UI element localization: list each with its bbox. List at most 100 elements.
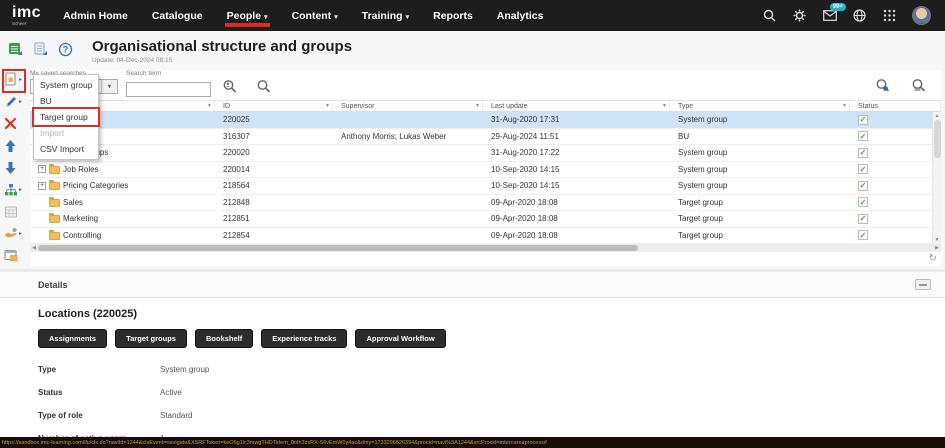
group-type: System group	[670, 178, 850, 194]
approval-workflow-button[interactable]: Approval Workflow	[355, 329, 445, 348]
group-supervisor	[333, 162, 483, 178]
horizontal-scrollbar[interactable]: ◀ ▶	[30, 244, 941, 252]
group-last-update: 09-Apr-2020 18:08	[483, 228, 670, 244]
move-down-button[interactable]	[4, 160, 30, 175]
edit-button[interactable]: ▸	[4, 94, 30, 109]
scroll-right-icon[interactable]: ▶	[933, 245, 941, 251]
assign-supervisor-button[interactable]: ▸	[4, 226, 30, 241]
groups-table-panel: My saved searches ▼ Search term	[30, 70, 941, 266]
nav-item-catalogue[interactable]: Catalogue	[152, 10, 203, 22]
search-options-icon[interactable]	[875, 78, 891, 94]
browser-status-bar: https://sandbox.imc-learning.com/ilu/cls…	[0, 437, 945, 448]
scroll-left-icon[interactable]: ◀	[30, 245, 38, 251]
apps-grid-icon[interactable]	[882, 8, 897, 23]
folder-icon	[49, 182, 60, 190]
column-filter-icon[interactable]: ▼	[475, 103, 480, 109]
nav-item-training[interactable]: Training▾	[362, 10, 409, 22]
assign-supervisor-caret-icon: ▸	[19, 230, 22, 237]
table-row[interactable]: +User Groups22002031-Aug-2020 17:22Syste…	[30, 145, 941, 162]
calendar-grid-button[interactable]	[4, 204, 30, 219]
menu-item-target-group[interactable]: Target group	[34, 109, 98, 125]
new-group-caret-icon: ▸	[19, 76, 22, 83]
move-up-button[interactable]	[4, 138, 30, 153]
imc-logo[interactable]: imc Scheer	[12, 5, 41, 27]
new-group-button[interactable]: ▸	[4, 72, 30, 87]
delete-button[interactable]	[4, 116, 30, 131]
column-filter-icon[interactable]: ▼	[325, 103, 330, 109]
user-avatar[interactable]	[912, 6, 931, 25]
chevron-down-icon: ▾	[406, 14, 410, 21]
save-search-icon[interactable]	[911, 78, 927, 94]
menu-item-bu[interactable]: BU	[34, 93, 98, 109]
experience-tracks-button[interactable]: Experience tracks	[261, 329, 347, 348]
status-active-checkbox: ✓	[858, 115, 868, 125]
group-name: Controlling	[63, 231, 101, 240]
help-icon[interactable]: ?	[58, 42, 73, 57]
horizontal-scroll-thumb[interactable]	[38, 245, 638, 251]
org-chart-button[interactable]: ▸	[4, 182, 30, 197]
table-row[interactable]: +Pricing Categories21856410-Sep-2020 14:…	[30, 178, 941, 195]
collapse-details-button[interactable]	[915, 279, 931, 290]
nav-item-analytics[interactable]: Analytics	[497, 10, 544, 22]
vertical-scroll-thumb[interactable]	[934, 120, 941, 158]
run-search-icon[interactable]	[256, 79, 272, 95]
nav-item-admin-home[interactable]: Admin Home	[63, 10, 128, 22]
status-active-checkbox: ✓	[858, 148, 868, 158]
menu-item-csv-import[interactable]: CSV Import	[34, 141, 98, 157]
bookshelf-button[interactable]: Bookshelf	[195, 329, 253, 348]
table-row[interactable]: Sales21284809-Apr-2020 18:08Target group…	[30, 195, 941, 212]
column-header-supervisor[interactable]: Supervisor▼	[333, 101, 483, 111]
assignments-button[interactable]: Assignments	[38, 329, 107, 348]
table-row[interactable]: +Job Roles22001410-Sep-2020 14:15System …	[30, 162, 941, 179]
search-icon[interactable]	[762, 8, 777, 23]
table-row[interactable]: Marketing21285109-Apr-2020 18:08Target g…	[30, 211, 941, 228]
select-caret-icon[interactable]: ▼	[101, 80, 117, 93]
group-last-update: 31-Aug-2020 17:31	[483, 112, 670, 128]
export-excel-icon[interactable]	[8, 42, 23, 57]
column-header-last-update[interactable]: Last update ▼	[483, 101, 670, 111]
group-last-update: 09-Apr-2020 18:08	[483, 211, 670, 227]
menu-item-system-group[interactable]: System group	[34, 77, 98, 93]
status-active-checkbox: ✓	[858, 214, 868, 224]
column-filter-icon[interactable]: ▼	[842, 103, 847, 109]
target-groups-button[interactable]: Target groups	[115, 329, 187, 348]
details-buttons: Assignments Target groups Bookshelf Experie…	[38, 329, 907, 348]
nav-item-reports[interactable]: Reports	[433, 10, 473, 22]
nav-item-people[interactable]: People▾	[227, 10, 268, 22]
group-type: Target group	[670, 228, 850, 244]
column-header-type[interactable]: Type▼	[670, 101, 850, 111]
table-row[interactable]: Controlling21285409-Apr-2020 18:08Target…	[30, 228, 941, 245]
table-row[interactable]: Locations22002531-Aug-2020 17:31System g…	[30, 112, 941, 129]
scroll-down-icon[interactable]: ▼	[935, 237, 940, 243]
group-supervisor: Anthony Morris; Lukas Weber	[333, 129, 483, 145]
search-term-input[interactable]	[126, 82, 211, 97]
column-header-status[interactable]: Status▼	[850, 101, 941, 111]
selected-group-title: Locations (220025)	[38, 308, 907, 320]
nav-item-content[interactable]: Content▾	[292, 10, 338, 22]
messages-icon[interactable]: 99+	[822, 8, 837, 23]
export-report-icon[interactable]	[33, 42, 48, 57]
nav-item-label: Catalogue	[152, 10, 203, 22]
expand-icon[interactable]: +	[38, 165, 46, 173]
user-search-icon[interactable]	[222, 79, 238, 95]
details-panel: Details Locations (220025) AssignmentsTa…	[0, 269, 945, 437]
chevron-down-icon: ▾	[264, 14, 268, 21]
group-last-update: 10-Sep-2020 14:15	[483, 162, 670, 178]
open-window-button[interactable]	[4, 248, 30, 263]
settings-gear-icon[interactable]	[792, 8, 807, 23]
top-navigation-bar: imc Scheer Admin Home Catalogue People▾ Con…	[0, 0, 945, 31]
vertical-scrollbar[interactable]: ▲ ▼	[932, 112, 941, 244]
field-label: Type of role	[38, 411, 160, 420]
scroll-up-icon[interactable]: ▲	[935, 113, 940, 119]
svg-text:?: ?	[63, 45, 69, 55]
expand-icon[interactable]: +	[38, 182, 46, 190]
refresh-icon[interactable]: ↻	[929, 254, 937, 264]
nav-item-label: Analytics	[497, 10, 544, 22]
column-filter-icon[interactable]: ▼	[662, 103, 667, 109]
column-filter-icon[interactable]: ▼	[207, 103, 212, 109]
table-row[interactable]: 316307Anthony Morris; Lukas Weber29-Aug-…	[30, 129, 941, 146]
column-header-label: Last update	[491, 103, 528, 110]
column-header-id[interactable]: ID▼	[215, 101, 333, 111]
language-globe-icon[interactable]	[852, 8, 867, 23]
table-footer: ↻	[30, 252, 941, 266]
